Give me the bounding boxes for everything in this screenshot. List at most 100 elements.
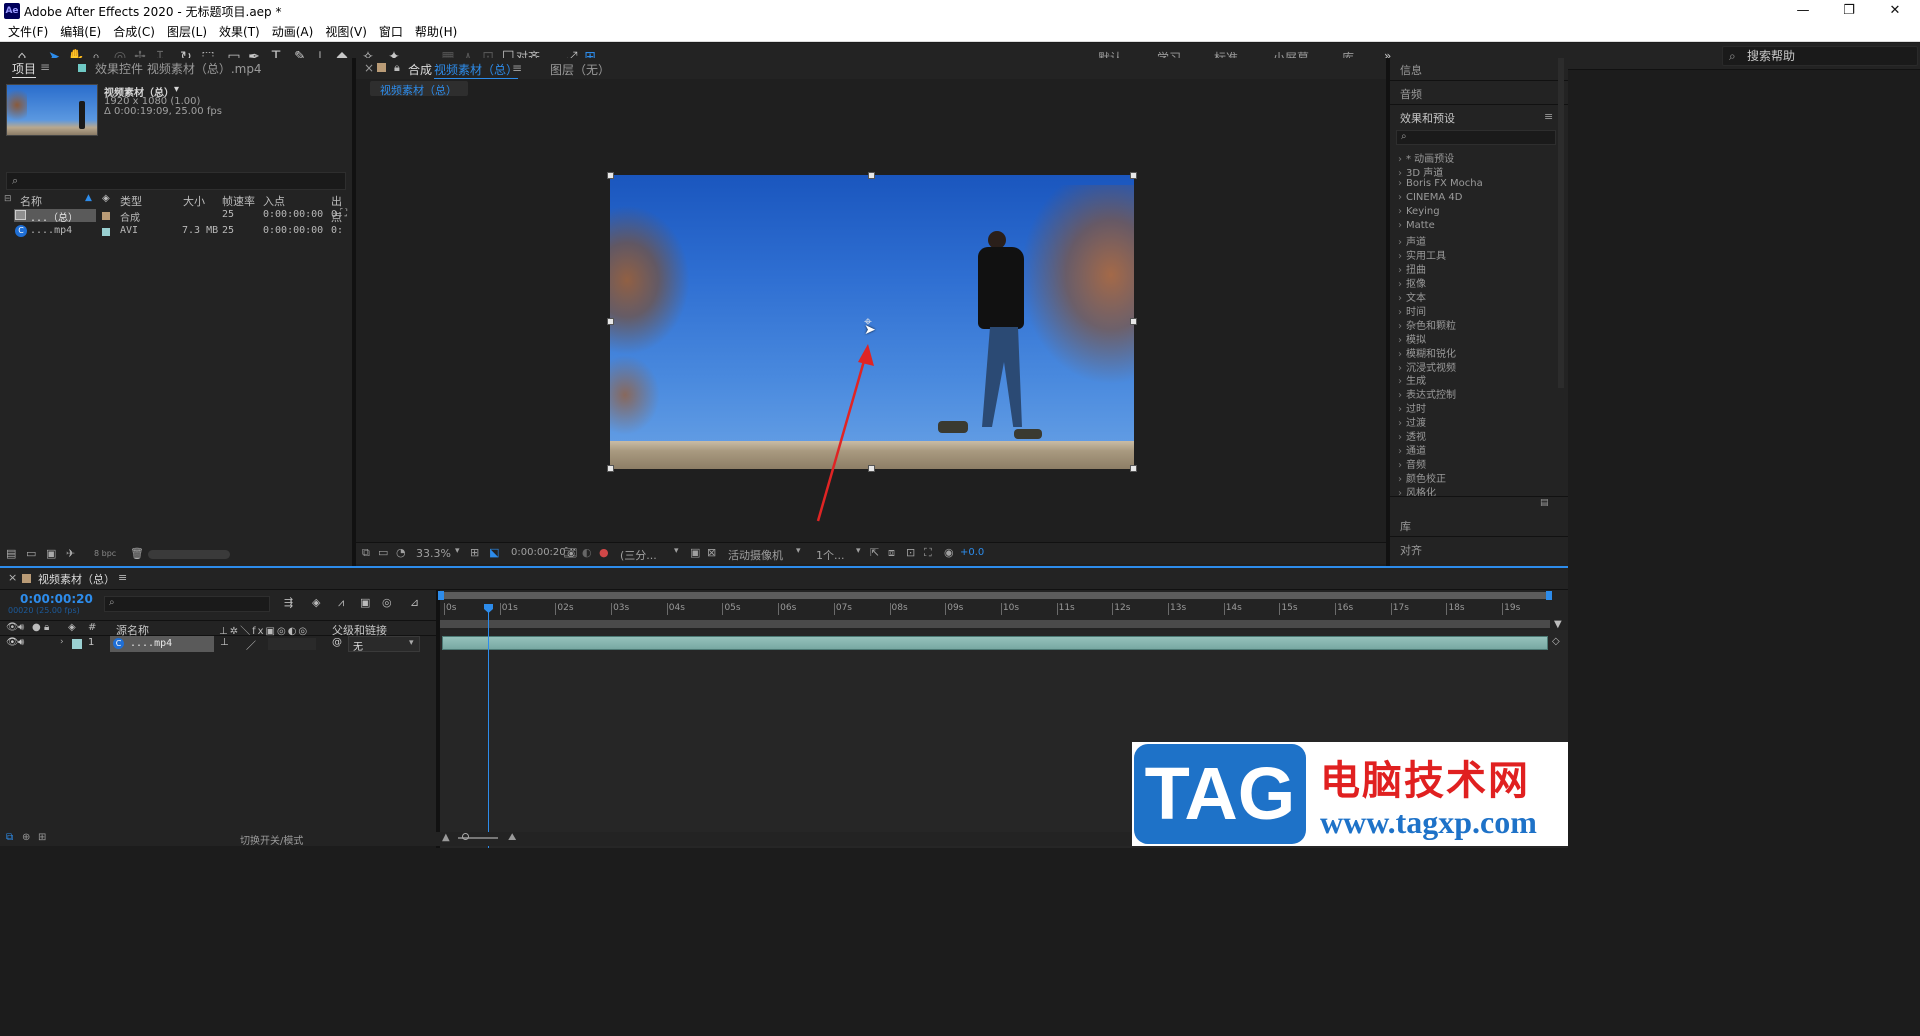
expand-transfer-icon[interactable]: ⊕ [22,832,30,843]
effects-category-item[interactable]: › 扭曲 [1398,261,1426,276]
zoom-in-icon[interactable]: ⛰ [508,832,516,843]
playhead-line[interactable] [488,612,489,848]
chevron-right-icon[interactable]: › [60,637,64,647]
audio-panel-header[interactable]: 音频 [1400,86,1422,102]
timeline-current-time[interactable]: 0:00:00:20 [20,592,93,606]
parent-select[interactable]: 无 ▾ [348,636,420,653]
timeline-zoom-thumb[interactable] [462,833,469,840]
views-select[interactable]: 1个... [816,547,845,563]
menu-layer[interactable]: 图层(L) [161,22,213,42]
pickwhip-icon[interactable]: @ [332,637,342,648]
visibility-eye-icon[interactable]: 👁︎ [6,637,19,648]
new-composition-icon[interactable]: ▣ [46,547,56,560]
region-of-interest-icon[interactable]: ▣ [690,546,700,559]
toggle-pixel-aspect-icon[interactable]: ⇱ [870,546,879,559]
menu-view[interactable]: 视图(V) [319,22,373,42]
work-area-end-marker-icon[interactable]: ▼ [1554,619,1562,630]
effects-category-item[interactable]: › Keying [1398,206,1440,217]
effects-menu-icon[interactable]: ≡ [1544,110,1553,123]
menu-help[interactable]: 帮助(H) [409,22,463,42]
always-preview-icon[interactable]: ⧉ [362,546,370,560]
close-button[interactable]: ✕ [1872,0,1918,22]
label-swatch[interactable] [102,212,110,220]
chevron-down-icon[interactable]: ▾ [174,84,179,95]
minimize-button[interactable]: — [1780,0,1826,22]
trash-icon[interactable]: 🗑 [130,547,144,560]
in-out-icon[interactable]: ⊞ [38,832,46,843]
effects-category-item[interactable]: › 表达式控制 [1398,386,1456,401]
menu-edit[interactable]: 编辑(E) [54,22,107,42]
menu-composition[interactable]: 合成(C) [107,22,161,42]
fast-previews-icon[interactable]: ⧈ [888,546,895,560]
col-name[interactable]: 名称 [20,193,42,209]
project-row[interactable]: C ....mp4 AVI 7.3 MB 25 0:00:00:00 0: [0,224,352,239]
resolution-select[interactable]: (三分... [620,547,657,563]
zoom-out-icon[interactable]: ▲ [442,832,450,843]
bit-depth-button[interactable]: 8 bpc [94,549,116,558]
thumbnail-scroll[interactable] [148,550,230,559]
navigator-start-handle[interactable] [438,591,444,600]
time-ruler[interactable]: 0s 01s 02s 03s 04s 05s 06s 07s 08s 09s 10s 11s 12s 13… [440,601,1552,619]
effects-category-item[interactable]: › 模糊和锐化 [1398,345,1456,360]
transform-handle[interactable] [1130,172,1137,179]
fit-icon[interactable]: ⊞ [470,546,479,559]
effects-category-item[interactable]: › 模拟 [1398,331,1426,346]
draft-3d-icon[interactable]: ◈ [312,596,320,609]
transparency-grid-icon[interactable]: ⊠ [707,546,716,559]
layer-duration-bar[interactable] [442,636,1548,650]
zoom-select[interactable]: 33.3% [416,547,451,560]
work-area-bar[interactable] [440,620,1550,628]
lock-icon[interactable]: 🔒︎ [394,61,400,75]
timeline-search-input[interactable]: ⌕ [104,596,270,612]
transform-handle[interactable] [607,318,614,325]
project-search-input[interactable]: ⌕ [6,172,346,190]
flowchart-icon[interactable]: ⛶ [924,546,932,560]
effects-category-item[interactable]: › 声道 [1398,233,1426,248]
effects-category-item[interactable]: › 透视 [1398,428,1426,443]
channel-icon[interactable]: ● [599,546,609,559]
flowchart-icon[interactable]: ⛶ [340,208,347,219]
render-time-icon[interactable]: ⧉ [6,832,13,843]
timeline-icon[interactable]: ⊡ [906,546,915,559]
adjust-settings-icon[interactable]: ✈ [66,547,75,560]
project-menu-icon[interactable]: ≡ [40,60,50,74]
effects-category-item[interactable]: › 颜色校正 [1398,470,1446,485]
effects-category-item[interactable]: › 过时 [1398,400,1426,415]
effects-category-item[interactable]: › 抠像 [1398,275,1426,290]
solo-icon[interactable]: ● [32,622,41,633]
effects-category-item[interactable]: › 音频 [1398,456,1426,471]
shy-switch-icon[interactable]: ⊥ [220,637,229,648]
transform-handle[interactable] [1130,465,1137,472]
keyframe-navigator-icon[interactable]: ◇ [1552,636,1560,647]
effects-scrollbar[interactable] [1558,58,1564,388]
composition-breadcrumb[interactable]: 视频素材（总） [370,81,468,97]
effects-category-item[interactable]: › 通道 [1398,442,1426,457]
menu-file[interactable]: 文件(F) [2,22,54,42]
audio-toggle-icon[interactable]: 🔊︎ [18,637,24,648]
hide-shy-layers-icon[interactable]: ⩘ [338,596,344,610]
effects-presets-header[interactable]: 效果和预设 [1400,110,1455,126]
tab-layer[interactable]: 图层（无） [550,61,610,78]
effects-category-item[interactable]: › 3D 声道 [1398,164,1443,179]
menu-animation[interactable]: 动画(A) [266,22,320,42]
switches-slots[interactable] [268,638,316,650]
transform-handle[interactable] [1130,318,1137,325]
effects-category-item[interactable]: › CINEMA 4D [1398,192,1462,203]
effects-category-item[interactable]: › 过渡 [1398,414,1426,429]
tab-effects-controls[interactable]: 效果控件 视频素材（总）.mp4 [95,60,262,77]
tab-timeline[interactable]: 视频素材（总） [38,571,115,587]
effects-category-item[interactable]: › * 动画预设 [1398,150,1454,165]
layer-label-swatch[interactable] [72,639,82,649]
vr-icon[interactable]: ◔ [396,546,406,559]
col-in-point[interactable]: 入点 [263,193,285,209]
effects-category-item[interactable]: › Boris FX Mocha [1398,178,1483,189]
toggle-switches-modes-button[interactable]: 切换开关/模式 [240,832,303,847]
info-panel-header[interactable]: 信息 [1400,62,1422,78]
effects-category-item[interactable]: › 生成 [1398,372,1426,387]
effects-category-item[interactable]: › 实用工具 [1398,247,1446,262]
interpret-footage-icon[interactable]: ▤ [6,547,16,560]
help-search-input[interactable]: ⌕ 搜索帮助 [1722,46,1918,66]
col-fps[interactable]: 帧速率 [222,193,255,209]
snapshot-icon[interactable]: 📷︎ [563,546,577,559]
col-size[interactable]: 大小 [183,193,205,209]
